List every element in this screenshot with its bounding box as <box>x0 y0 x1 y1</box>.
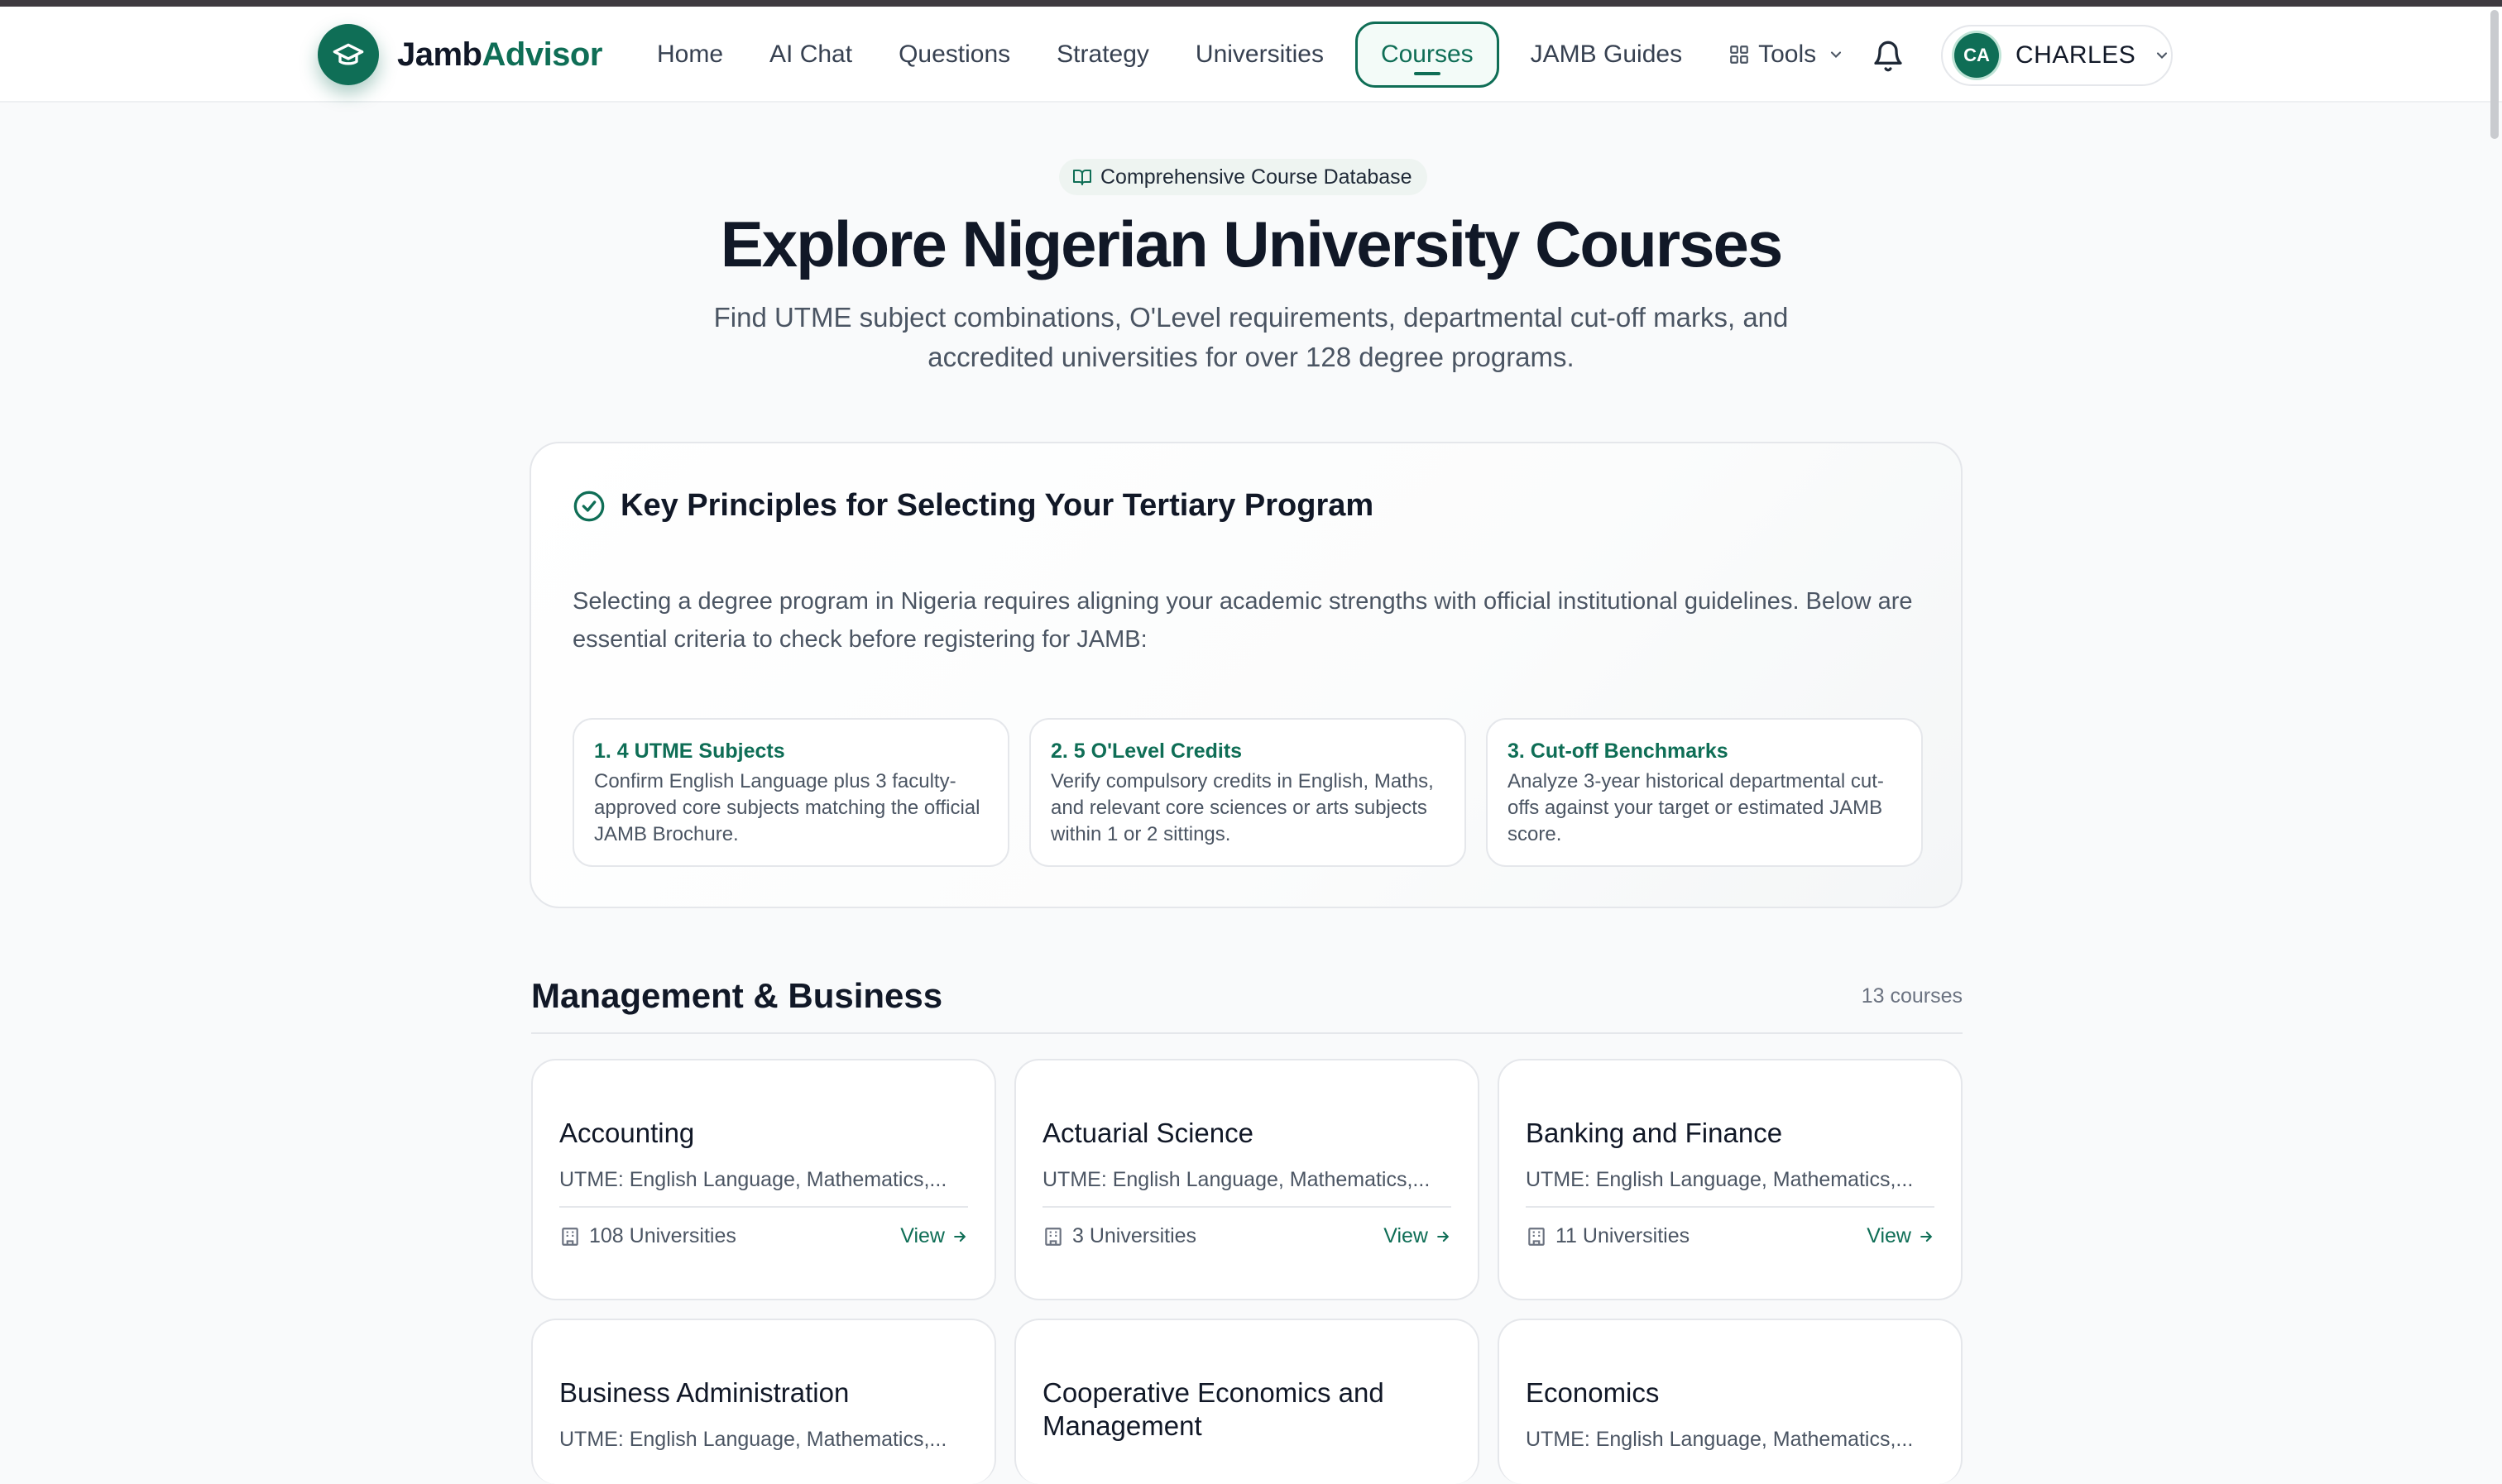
principle-card-text: Confirm English Language plus 3 faculty-… <box>594 770 980 845</box>
course-utme: UTME: English Language, Mathematics,... <box>1526 1428 1914 1451</box>
nav-strategy[interactable]: Strategy <box>1033 22 1172 88</box>
principle-card: 3. Cut-off Benchmarks Analyze 3-year his… <box>1486 718 1923 867</box>
nav-universities[interactable]: Universities <box>1172 22 1347 88</box>
nav-courses[interactable]: Courses <box>1354 22 1499 88</box>
course-title: Banking and Finance <box>1526 1118 1783 1148</box>
hero-badge: Comprehensive Course Database <box>1059 159 1427 195</box>
key-principles-panel: Key Principles for Selecting Your Tertia… <box>530 442 1963 908</box>
nav-tools-dropdown[interactable]: Tools <box>1705 22 1867 88</box>
principle-card: 1. 4 UTME Subjects Confirm English Langu… <box>573 718 1009 867</box>
grid-icon <box>1730 45 1748 64</box>
section-header: Management & Business 13 courses <box>531 973 1963 1034</box>
divider <box>559 1206 968 1208</box>
page-subtitle: Find UTME subject combinations, O'Level … <box>713 302 1789 372</box>
hero-badge-label: Comprehensive Course Database <box>1100 165 1412 189</box>
course-card-cooperative-economics[interactable]: Cooperative Economics and Management <box>1014 1319 1479 1484</box>
principle-card: 2. 5 O'Level Credits Verify compulsory c… <box>1029 718 1466 867</box>
course-card-banking-and-finance[interactable]: Banking and Finance UTME: English Langua… <box>1498 1059 1963 1300</box>
principle-card-title: 2. 5 O'Level Credits <box>1051 740 1243 763</box>
bell-icon[interactable] <box>1872 38 1905 74</box>
course-title: Actuarial Science <box>1042 1118 1253 1148</box>
nav-courses-label: Courses <box>1380 41 1474 68</box>
course-university-count: 3 Universities <box>1042 1224 1196 1248</box>
course-university-count: 108 Universities <box>559 1224 736 1248</box>
nav-tools-label: Tools <box>1758 41 1817 68</box>
principle-card-title: 3. Cut-off Benchmarks <box>1507 740 1728 763</box>
course-title: Cooperative Economics and Management <box>1042 1377 1384 1441</box>
divider <box>1526 1206 1934 1208</box>
course-card-business-administration[interactable]: Business Administration UTME: English La… <box>531 1319 996 1484</box>
nav-questions[interactable]: Questions <box>875 22 1033 88</box>
principle-card-text: Analyze 3-year historical departmental c… <box>1507 770 1884 845</box>
course-title: Accounting <box>559 1118 695 1148</box>
building-icon <box>1528 1227 1545 1246</box>
arrow-right-icon <box>1437 1231 1450 1242</box>
page-title: Explore Nigerian University Courses <box>720 208 1783 280</box>
top-accent-bar <box>0 0 2502 7</box>
nav-jamb-guides[interactable]: JAMB Guides <box>1507 22 1705 88</box>
chevron-down-icon <box>2157 52 2168 59</box>
building-icon <box>562 1227 578 1246</box>
course-title: Economics <box>1526 1377 1660 1408</box>
check-circle-icon <box>573 491 605 521</box>
user-name: CHARLES <box>2015 41 2136 69</box>
view-course-link[interactable]: View <box>1867 1224 1934 1248</box>
course-utme: UTME: English Language, Mathematics,... <box>559 1428 947 1451</box>
course-count: 13 courses <box>1861 984 1963 1008</box>
principles-header: Key Principles for Selecting Your Tertia… <box>573 488 1373 524</box>
principles-title: Key Principles for Selecting Your Tertia… <box>621 488 1374 523</box>
main-menu: Home AI Chat Questions Strategy Universi… <box>634 22 1867 88</box>
brand-logo[interactable]: JambAdvisor <box>318 23 602 86</box>
view-course-link[interactable]: View <box>900 1224 968 1248</box>
course-utme: UTME: English Language, Mathematics,... <box>1526 1168 1914 1191</box>
avatar: CA <box>1954 33 1999 78</box>
view-course-link[interactable]: View <box>1383 1224 1451 1248</box>
top-navigation: JambAdvisor Home AI Chat Questions Strat… <box>0 7 2502 103</box>
active-indicator <box>1413 72 1440 75</box>
principle-card-text: Verify compulsory credits in English, Ma… <box>1051 770 1434 845</box>
course-card-accounting[interactable]: Accounting UTME: English Language, Mathe… <box>531 1059 996 1300</box>
course-card-economics[interactable]: Economics UTME: English Language, Mathem… <box>1498 1319 1963 1484</box>
building-icon <box>1045 1227 1062 1246</box>
scrollbar-thumb[interactable] <box>2490 10 2499 139</box>
course-title: Business Administration <box>559 1377 850 1408</box>
principles-description: Selecting a degree program in Nigeria re… <box>573 588 1913 653</box>
arrow-right-icon <box>1920 1231 1933 1242</box>
brand-name: JambAdvisor <box>397 36 602 73</box>
graduation-cap-icon <box>318 24 379 85</box>
chevron-down-icon <box>1831 51 1842 58</box>
user-menu-button[interactable]: CA CHARLES <box>1941 25 2173 86</box>
nav-home[interactable]: Home <box>634 22 746 88</box>
course-card-actuarial-science[interactable]: Actuarial Science UTME: English Language… <box>1014 1059 1479 1300</box>
section-title: Management & Business <box>531 976 943 1015</box>
divider <box>1042 1206 1451 1208</box>
nav-ai-chat[interactable]: AI Chat <box>746 22 875 88</box>
arrow-right-icon <box>954 1231 966 1242</box>
book-open-icon <box>1073 170 1091 185</box>
principle-card-title: 1. 4 UTME Subjects <box>594 740 785 763</box>
course-utme: UTME: English Language, Mathematics,... <box>1042 1168 1431 1191</box>
course-university-count: 11 Universities <box>1526 1224 1690 1248</box>
course-utme: UTME: English Language, Mathematics,... <box>559 1168 947 1191</box>
